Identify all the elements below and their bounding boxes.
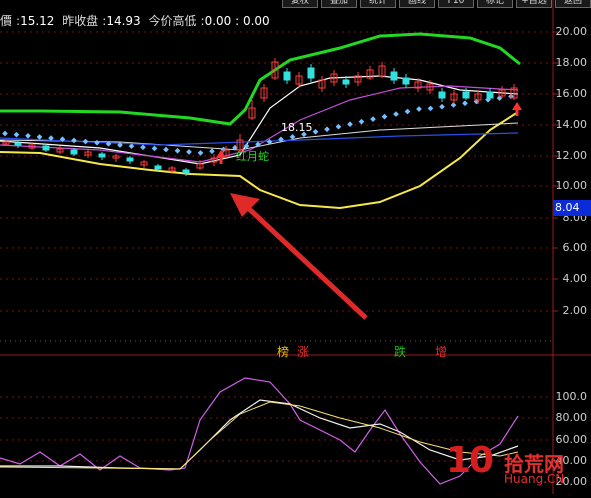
quote-header: 價:15.12 昨收盘:14.93 今价高低:0.00 : 0.00 <box>0 14 270 28</box>
chart-window: 复权 叠加 统计 画线 F10 标记 +自选 返回 價:15.12 昨收盘:14.93 今价高… <box>0 0 591 494</box>
indicator-dot <box>36 134 43 140</box>
prev-close-value: 14.93 <box>106 14 141 28</box>
toolbar-button[interactable]: 统计 <box>360 0 396 8</box>
indicator-bands <box>0 32 521 210</box>
price-chart-canvas[interactable] <box>0 0 591 494</box>
candle-body <box>438 91 446 99</box>
arrow-shaft <box>244 204 368 320</box>
upper-band-line <box>0 32 521 126</box>
indicator-dot <box>358 118 365 125</box>
indicator-dot <box>381 113 388 120</box>
indicator-dot <box>462 100 468 107</box>
signal-arrow <box>230 193 368 320</box>
toolbar-button[interactable]: 标记 <box>477 0 513 8</box>
candle-body <box>182 169 190 174</box>
indicator-dot <box>439 103 445 110</box>
range-value: 0.00 : 0.00 <box>204 14 270 28</box>
candle-body <box>283 71 291 81</box>
price-axis-tick: 16.00 <box>555 87 588 100</box>
indicator-dot <box>186 149 192 155</box>
indicator-dot <box>416 106 422 112</box>
indicator-dot <box>370 116 376 122</box>
indicator-dot <box>94 139 100 146</box>
price-axis-tick: 20.00 <box>555 25 588 38</box>
j-line <box>0 401 519 470</box>
oscillator-subchart <box>0 377 519 485</box>
price-axis-tick: 4.00 <box>562 272 588 285</box>
candle-body <box>126 157 134 162</box>
indicator-dot <box>71 137 77 144</box>
toolbar-button[interactable]: +自选 <box>516 0 552 8</box>
indicator-dot <box>324 126 330 133</box>
toolbar-button[interactable]: 叠加 <box>321 0 357 8</box>
watermark-brand: 10 <box>446 440 494 481</box>
price-value: 15.12 <box>20 14 55 28</box>
signal-label: 红月蛇 <box>236 150 269 163</box>
candle-body <box>462 91 470 99</box>
price-axis-tick: 10.00 <box>555 179 588 192</box>
indicator-dot <box>174 147 181 154</box>
signal-marker: 增 <box>435 345 448 359</box>
d-line <box>0 399 519 470</box>
indicator-dot <box>151 145 158 152</box>
indicator-dot <box>163 146 169 153</box>
range-label: 今价高低 <box>148 14 197 28</box>
indicator-dot <box>2 130 8 137</box>
indicator-dot <box>427 105 434 112</box>
watermark-logo: 10 拾荒网 Huang.CN <box>446 440 564 486</box>
candle-body <box>14 142 22 146</box>
indicator-dot <box>393 111 399 117</box>
price-axis-tick: 2.00 <box>562 304 588 317</box>
toolbar: 复权 叠加 统计 画线 F10 标记 +自选 返回 <box>282 0 591 8</box>
toolbar-button[interactable]: 复权 <box>282 0 318 8</box>
indicator-dot <box>13 131 20 138</box>
indicator-dot <box>25 132 31 139</box>
toolbar-button[interactable]: F10 <box>438 0 474 8</box>
candle-body <box>307 67 315 79</box>
candle-body <box>486 91 494 99</box>
candle-body <box>42 145 50 151</box>
indicator-dot <box>82 138 89 145</box>
price-axis-tick: 6.00 <box>562 241 588 254</box>
candle-body <box>342 79 350 85</box>
oscillator-axis-tick: 80.00 <box>555 411 588 424</box>
oscillator-axis-tick: 60.00 <box>555 433 588 446</box>
grid-lines <box>0 0 591 494</box>
price-label: 價 <box>0 14 13 28</box>
oscillator-axis-tick: 100.0 <box>555 390 588 403</box>
indicator-dot <box>197 150 204 156</box>
candle-body <box>98 153 106 158</box>
price-axis-tick: 14.00 <box>555 118 588 131</box>
toolbar-button[interactable]: 返回 <box>555 0 591 8</box>
signal-marker: 跌 <box>394 345 407 359</box>
prev-close-label: 昨收盘 <box>62 14 99 28</box>
watermark-url: Huang.CN <box>504 472 565 486</box>
peak-price-label: 18.15 <box>281 121 313 134</box>
indicator-dot <box>209 148 215 155</box>
indicator-dot <box>347 121 353 128</box>
candle-body <box>390 71 398 81</box>
indicator-dot <box>404 108 411 115</box>
indicator-dot <box>312 128 319 135</box>
signal-marker: 榜 <box>277 345 290 359</box>
candle-body <box>154 165 162 170</box>
price-axis-tick: 18.00 <box>555 56 588 69</box>
indicator-dot <box>140 144 146 151</box>
candle-body <box>402 77 410 85</box>
signal-marker: 涨 <box>297 345 310 359</box>
current-price-box: 8.04 <box>553 200 591 216</box>
price-axis-tick: 12.00 <box>555 149 588 162</box>
toolbar-button[interactable]: 画线 <box>399 0 435 8</box>
candle-body <box>70 149 78 155</box>
